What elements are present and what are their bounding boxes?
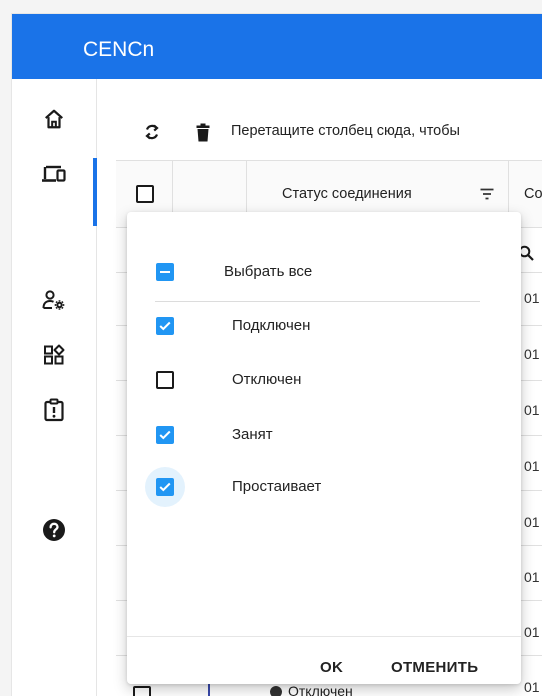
select-all-rows-checkbox[interactable] [136, 185, 154, 203]
filter-popup: Выбрать все Подключен Отключен Занят Про… [127, 212, 521, 684]
option-label: Занят [232, 426, 273, 443]
active-indicator [93, 158, 97, 226]
sidebar-item-home[interactable] [12, 97, 96, 141]
status-dot-icon [270, 686, 282, 696]
sidebar-item-reports[interactable] [12, 388, 96, 432]
refresh-icon [145, 124, 159, 140]
refresh-button[interactable] [143, 122, 161, 147]
table-cell: 01 [524, 514, 540, 530]
popup-divider [155, 301, 480, 302]
table-cell: 01 [524, 346, 540, 362]
option-label: Простаивает [232, 478, 322, 495]
busy-checkbox[interactable] [156, 426, 174, 444]
filter-option-connected[interactable]: Подключен [127, 306, 521, 346]
table-cell: 01 [524, 569, 540, 585]
sidebar-item-devices[interactable] [12, 152, 96, 196]
title-bar: CENCn [12, 14, 542, 79]
help-icon [43, 519, 65, 541]
filter-option-select-all[interactable]: Выбрать все [127, 252, 521, 292]
checkmark-icon [159, 482, 171, 492]
sidebar [12, 79, 97, 696]
connected-checkbox[interactable] [156, 317, 174, 335]
column-header-next[interactable]: Со [524, 186, 542, 202]
idle-checkbox[interactable] [156, 478, 174, 496]
row-marker [208, 684, 210, 696]
app-window: CENCn Перетащите столбец сюда, чтобы Ста… [12, 14, 542, 696]
popup-footer-divider [127, 636, 521, 637]
filter-option-disconnected[interactable]: Отключен [127, 360, 521, 400]
users-settings-icon [42, 290, 65, 310]
grid-toolbar: Перетащите столбец сюда, чтобы [96, 79, 542, 159]
group-panel-hint: Перетащите столбец сюда, чтобы [231, 123, 460, 139]
filter-option-busy[interactable]: Занят [127, 415, 521, 455]
cancel-button[interactable]: ОТМЕНИТЬ [391, 659, 478, 676]
filter-button[interactable] [480, 187, 494, 205]
column-header-status[interactable]: Статус соединения [282, 186, 412, 202]
checkmark-icon [159, 321, 171, 331]
status-text: Отключен [288, 683, 353, 696]
option-label: Отключен [232, 371, 302, 388]
select-all-checkbox[interactable] [156, 263, 174, 281]
table-cell: 01 [524, 290, 540, 306]
sidebar-item-help[interactable] [12, 508, 96, 552]
table-cell: 01 [524, 458, 540, 474]
table-cell: 01 [524, 624, 540, 640]
devices-icon [42, 165, 66, 182]
filter-icon [480, 188, 494, 200]
ok-button[interactable]: OK [320, 659, 343, 676]
row-checkbox[interactable] [133, 686, 151, 696]
option-label: Подключен [232, 317, 311, 334]
sidebar-item-users-settings[interactable] [12, 278, 96, 322]
table-cell: 01 [524, 402, 540, 418]
checkmark-icon [159, 430, 171, 440]
home-icon [45, 109, 63, 129]
filter-option-idle[interactable]: Простаивает [127, 467, 521, 507]
app-title: CENCn [83, 38, 155, 61]
select-all-label: Выбрать все [224, 263, 313, 280]
disconnected-checkbox[interactable] [156, 371, 174, 389]
trash-icon [196, 123, 210, 142]
alert-report-icon [44, 398, 64, 422]
apps-icon [44, 344, 65, 365]
table-cell: 01 [524, 679, 540, 695]
sidebar-item-apps[interactable] [12, 333, 96, 377]
delete-button[interactable] [196, 123, 210, 147]
